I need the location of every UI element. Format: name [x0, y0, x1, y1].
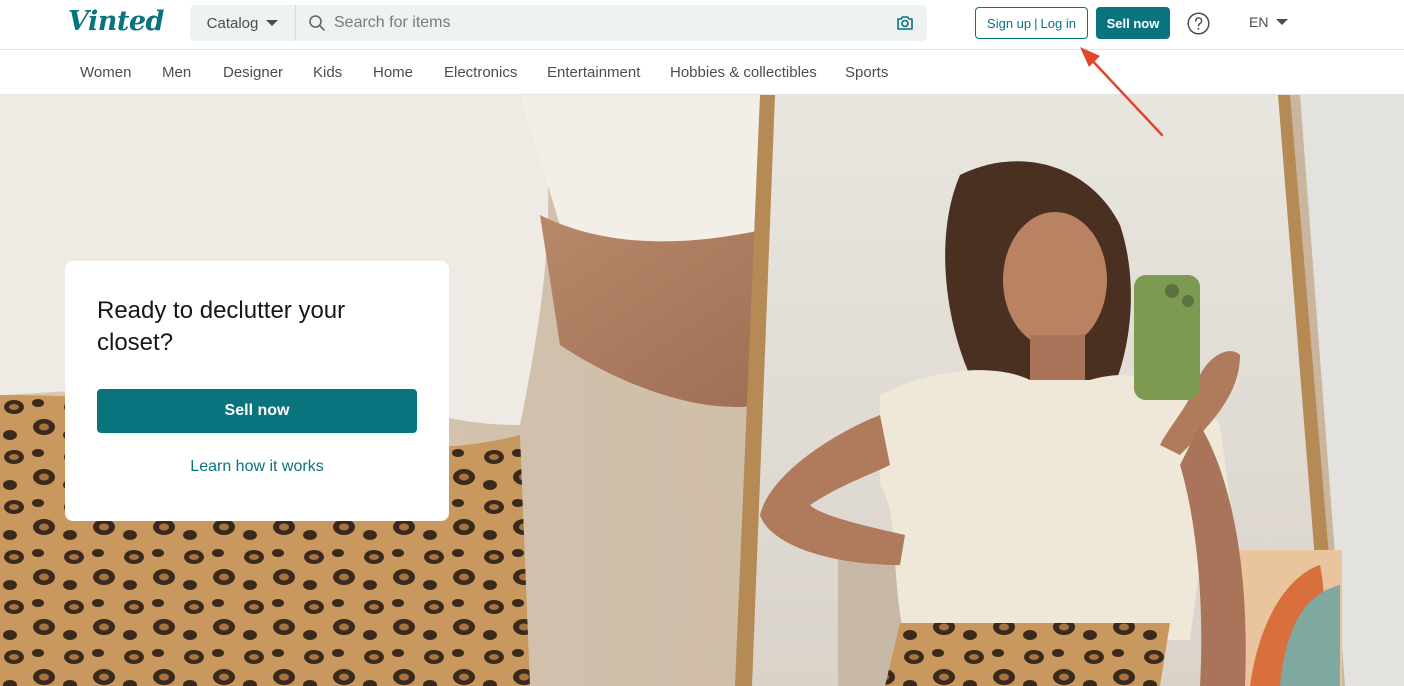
hero-banner: Ready to declutter your closet? Sell now…: [0, 95, 1404, 686]
nav-item-kids[interactable]: Kids: [313, 64, 342, 81]
search-icon: [309, 15, 325, 31]
chevron-down-icon: [1276, 19, 1289, 25]
nav-item-entertainment[interactable]: Entertainment: [547, 64, 640, 81]
search-bar: Catalog: [190, 5, 927, 41]
nav-item-sports[interactable]: Sports: [845, 64, 888, 81]
login-label: Log in: [1040, 15, 1076, 31]
nav-item-electronics[interactable]: Electronics: [444, 64, 517, 81]
nav-item-men[interactable]: Men: [162, 64, 191, 81]
language-label: EN: [1249, 14, 1269, 30]
sell-now-button[interactable]: Sell now: [1096, 7, 1170, 39]
separator: |: [1034, 15, 1038, 31]
nav-item-home[interactable]: Home: [373, 64, 413, 81]
language-selector[interactable]: EN: [1249, 14, 1289, 30]
catalog-dropdown[interactable]: Catalog: [190, 5, 296, 41]
vinted-logo[interactable]: Vinted: [68, 6, 164, 37]
annotation-arrow: [1080, 47, 1164, 137]
chevron-down-icon: [266, 20, 279, 26]
hero-sell-now-button[interactable]: Sell now: [97, 389, 417, 433]
learn-how-it-works-link[interactable]: Learn how it works: [97, 458, 417, 476]
signup-label: Sign up: [987, 15, 1032, 31]
category-nav: Women Men Designer Kids Home Electronics…: [0, 50, 1404, 95]
header: Vinted Catalog Sign up | Log in Sell now…: [0, 0, 1404, 50]
catalog-label: Catalog: [206, 14, 259, 32]
nav-item-women[interactable]: Women: [80, 64, 131, 81]
nav-item-designer[interactable]: Designer: [223, 64, 283, 81]
nav-item-hobbies[interactable]: Hobbies & collectibles: [670, 64, 817, 81]
help-circle-icon[interactable]: [1187, 12, 1210, 35]
sell-promo-card: Ready to declutter your closet? Sell now…: [65, 261, 449, 521]
camera-search-icon[interactable]: [895, 13, 915, 33]
hero-title: Ready to declutter your closet?: [97, 297, 346, 356]
signup-login-button[interactable]: Sign up | Log in: [975, 7, 1088, 39]
search-input[interactable]: [334, 14, 895, 32]
